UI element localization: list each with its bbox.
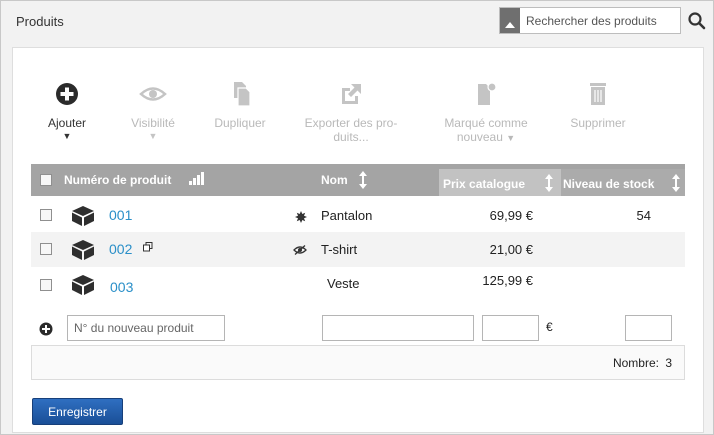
table-header: Numéro de produit Nom Prix catalogue Niv… (31, 164, 685, 196)
new-product-stock-input[interactable] (625, 315, 672, 341)
new-product-number-input[interactable] (67, 315, 225, 341)
mark-new-label: Marqué comme nouveau ▼ (435, 116, 537, 145)
mark-new-button[interactable]: Marqué comme nouveau ▼ (435, 80, 537, 145)
plus-circle-icon (56, 83, 78, 105)
delete-label: Supprimer (570, 116, 626, 130)
new-product-price-input[interactable] (482, 315, 539, 341)
product-count: Nombre: 3 (613, 356, 672, 370)
visibility-button[interactable]: Visibilité ▼ (120, 80, 186, 142)
add-caret-icon: ▼ (62, 131, 72, 141)
column-header-stock[interactable]: Niveau de stock (563, 177, 654, 191)
export-label-line1: Exporter des pro- (304, 116, 398, 130)
currency-symbol: € (546, 320, 553, 334)
linked-copy-icon[interactable] (143, 242, 153, 252)
duplicate-icon (234, 82, 251, 107)
search-input[interactable] (520, 8, 680, 33)
table-row[interactable]: 003 Veste 125,99 € (31, 267, 685, 302)
product-box-icon (72, 206, 94, 226)
product-name: T-shirt (321, 242, 358, 257)
triangle-up-icon (505, 22, 515, 28)
sort-arrows-icon[interactable] (358, 171, 368, 189)
export-label: Exporter des pro- duits... (296, 116, 406, 144)
duplicate-button[interactable]: Dupliquer (207, 80, 273, 130)
select-all-checkbox[interactable] (40, 174, 52, 186)
page-title: Produits (16, 14, 64, 29)
mark-new-icon (478, 82, 497, 105)
export-label-line2: duits... (333, 130, 369, 144)
column-header-name[interactable]: Nom (321, 173, 348, 187)
product-price: 69,99 € (489, 208, 533, 223)
sort-arrows-icon[interactable] (671, 174, 681, 192)
row-checkbox[interactable] (40, 279, 52, 291)
product-price: 21,00 € (489, 242, 533, 257)
delete-button[interactable]: Supprimer (563, 80, 633, 130)
product-number-link[interactable]: 001 (109, 207, 132, 223)
product-number-link[interactable]: 002 (109, 241, 132, 257)
sort-arrows-icon[interactable] (544, 174, 554, 192)
count-value: 3 (665, 356, 672, 370)
products-window: Produits Ajouter ▼ Vis (0, 0, 714, 435)
search-box (499, 7, 681, 34)
row-checkbox[interactable] (40, 209, 52, 221)
new-product-name-input[interactable] (322, 315, 474, 341)
table-row[interactable]: 002 T-shirt 21,00 € (31, 232, 685, 267)
eye-icon (139, 87, 167, 101)
column-header-number[interactable]: Numéro de produit (64, 173, 171, 187)
count-label: Nombre: (612, 356, 659, 370)
product-name: Pantalon (321, 208, 373, 223)
count-bar: Nombre: 3 (31, 345, 685, 380)
product-name: Veste (327, 276, 360, 291)
product-box-icon (72, 240, 94, 260)
search-filter-menu-button[interactable] (500, 8, 520, 33)
mark-new-caret-icon: ▼ (506, 133, 516, 143)
add-row-icon[interactable] (39, 322, 53, 336)
duplicate-label: Dupliquer (214, 116, 266, 130)
hidden-eye-icon (293, 245, 307, 255)
export-icon (342, 84, 361, 104)
sort-numeric-icon[interactable] (187, 171, 205, 187)
products-panel: Ajouter ▼ Visibilité ▼ Dupliquer Exporte… (12, 47, 704, 433)
product-stock: 54 (636, 208, 651, 223)
trash-icon (590, 83, 606, 105)
mark-new-label-line2: nouveau (456, 130, 503, 144)
save-button[interactable]: Enregistrer (32, 398, 123, 425)
visibility-caret-icon: ▼ (148, 131, 158, 141)
add-label: Ajouter (47, 116, 87, 130)
product-price: 125,99 € (482, 273, 533, 288)
visibility-label: Visibilité (131, 116, 175, 130)
row-checkbox[interactable] (40, 243, 52, 255)
mark-new-label-line1: Marqué comme (444, 116, 528, 130)
new-badge-icon (295, 211, 307, 223)
table-row[interactable]: 001 Pantalon 69,99 € 54 (31, 198, 685, 233)
column-header-price[interactable]: Prix catalogue (443, 177, 525, 191)
search-icon[interactable] (687, 11, 707, 31)
product-box-icon (72, 275, 94, 295)
export-button[interactable]: Exporter des pro- duits... (296, 80, 406, 144)
product-number-link[interactable]: 003 (110, 279, 133, 295)
add-button[interactable]: Ajouter ▼ (37, 80, 97, 142)
